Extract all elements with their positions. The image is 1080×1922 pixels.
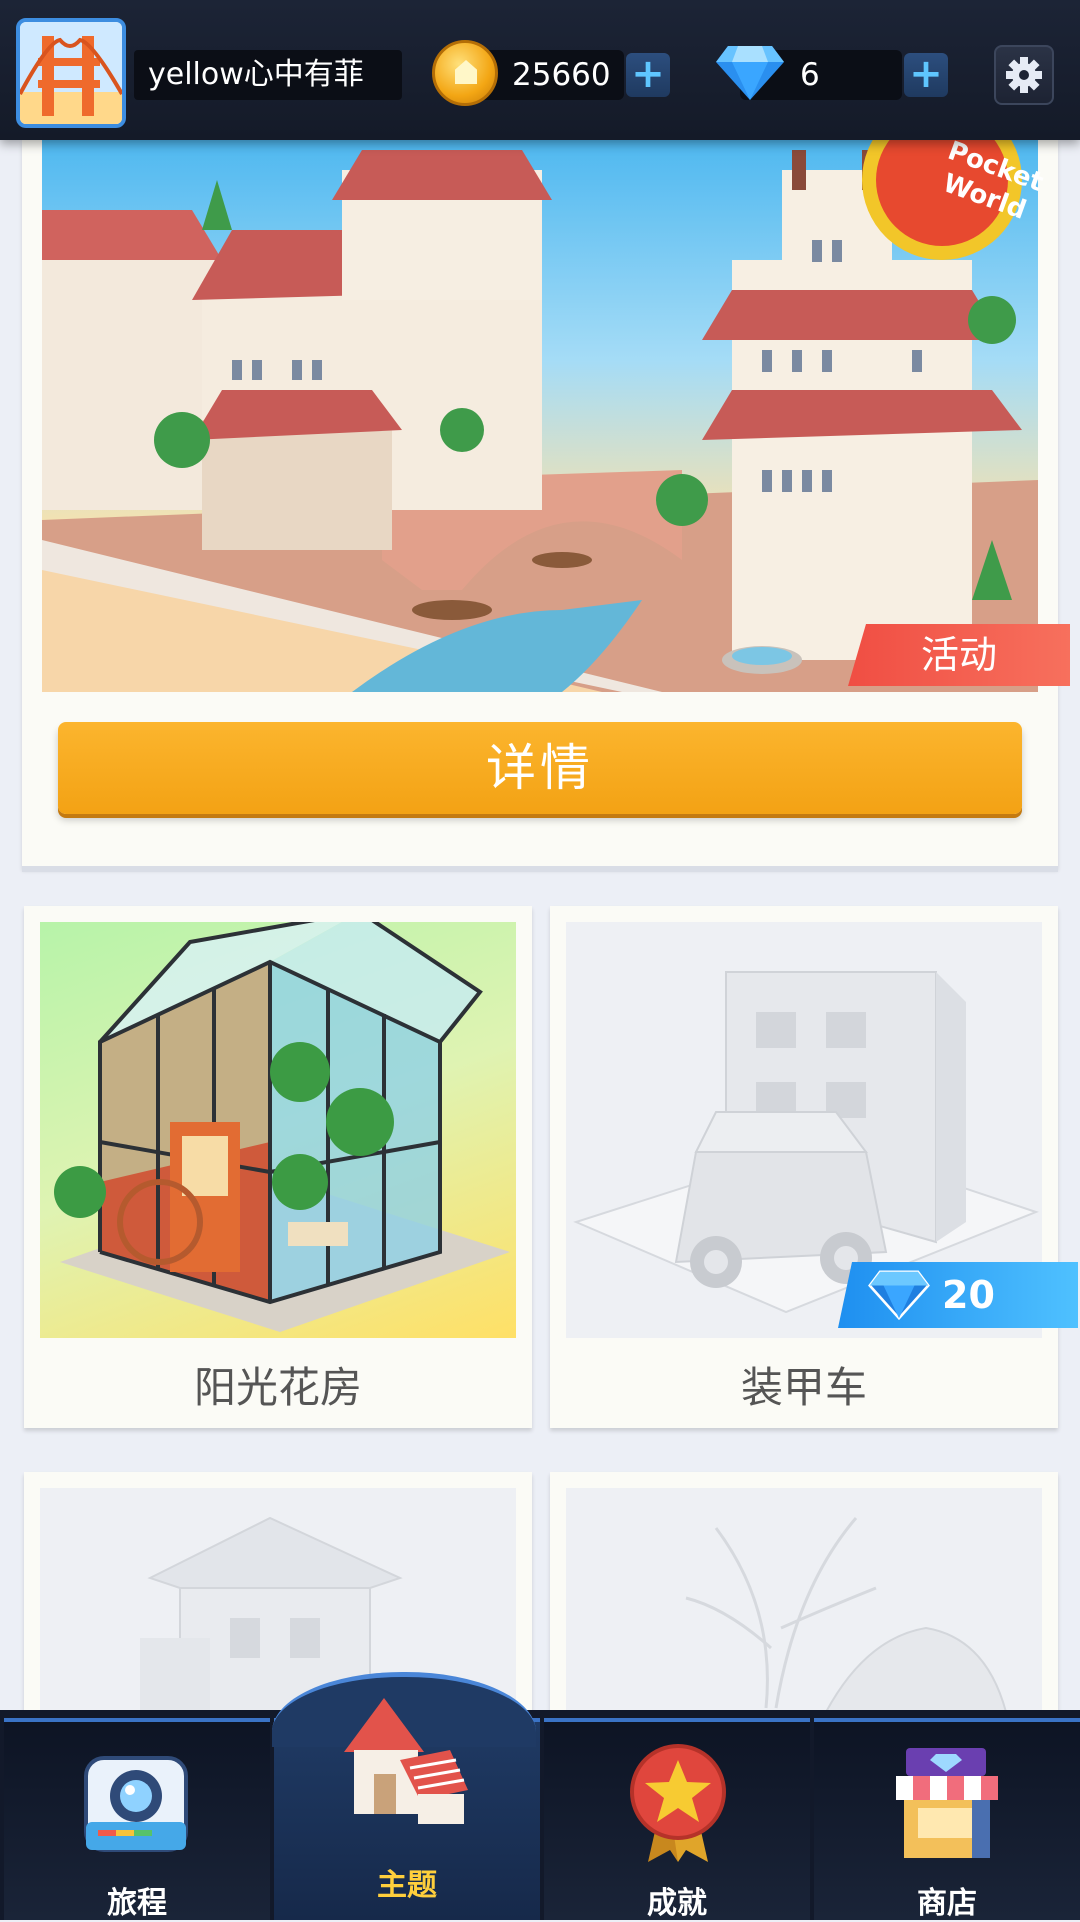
top-bar: yellow心中有菲 25660 + 6 + <box>0 0 1080 140</box>
nav-tab-achievements[interactable]: 成就 <box>544 1718 810 1921</box>
tree-hut-illustration <box>685 1517 1008 1713</box>
nav-label: 商店 <box>917 1886 977 1921</box>
golden-gate-icon <box>20 22 122 124</box>
theme-tile-sun-greenhouse[interactable]: 阳光花房 <box>24 906 532 1428</box>
nav-label: 旅程 <box>107 1886 167 1921</box>
locked-theme-image <box>566 1488 1042 1728</box>
gear-icon <box>1006 57 1042 93</box>
player-avatar[interactable] <box>16 18 126 128</box>
nav-tab-journey[interactable]: 旅程 <box>4 1718 270 1921</box>
greenhouse-illustration <box>54 922 510 1332</box>
theme-tile-armored-car[interactable]: 装甲车 <box>550 906 1058 1428</box>
nav-label: 主题 <box>377 1868 437 1903</box>
settings-button[interactable] <box>994 45 1054 105</box>
section-divider <box>22 866 1058 872</box>
european-town-illustration <box>42 140 1038 692</box>
shop-icon <box>896 1748 998 1858</box>
add-coins-button[interactable]: + <box>626 53 670 97</box>
theme-name: 装甲车 <box>740 1363 867 1412</box>
event-banner[interactable] <box>42 140 1038 692</box>
coin-icon <box>432 40 498 106</box>
theme-tile-locked-2[interactable] <box>550 1472 1058 1728</box>
house-icon[interactable] <box>340 1690 470 1830</box>
player-name: yellow心中有菲 <box>134 50 402 100</box>
medal-icon <box>630 1744 726 1862</box>
nav-label: 成就 <box>647 1886 707 1921</box>
camera-icon <box>84 1756 188 1852</box>
theme-name: 阳光花房 <box>193 1363 362 1412</box>
bottom-navigation: 旅程 主题 成就 商店 <box>0 1710 1080 1921</box>
diamond-icon <box>716 46 784 100</box>
add-gems-button[interactable]: + <box>904 53 948 97</box>
activity-tag: 活动 <box>848 624 1070 686</box>
details-button[interactable]: 详情 <box>58 722 1022 814</box>
gem-price: 20 <box>942 1273 995 1317</box>
nav-tab-shop[interactable]: 商店 <box>814 1718 1080 1921</box>
greenhouse-image <box>40 922 516 1338</box>
gem-price-tag[interactable]: 20 <box>838 1262 1078 1328</box>
diamond-icon <box>868 1270 930 1321</box>
